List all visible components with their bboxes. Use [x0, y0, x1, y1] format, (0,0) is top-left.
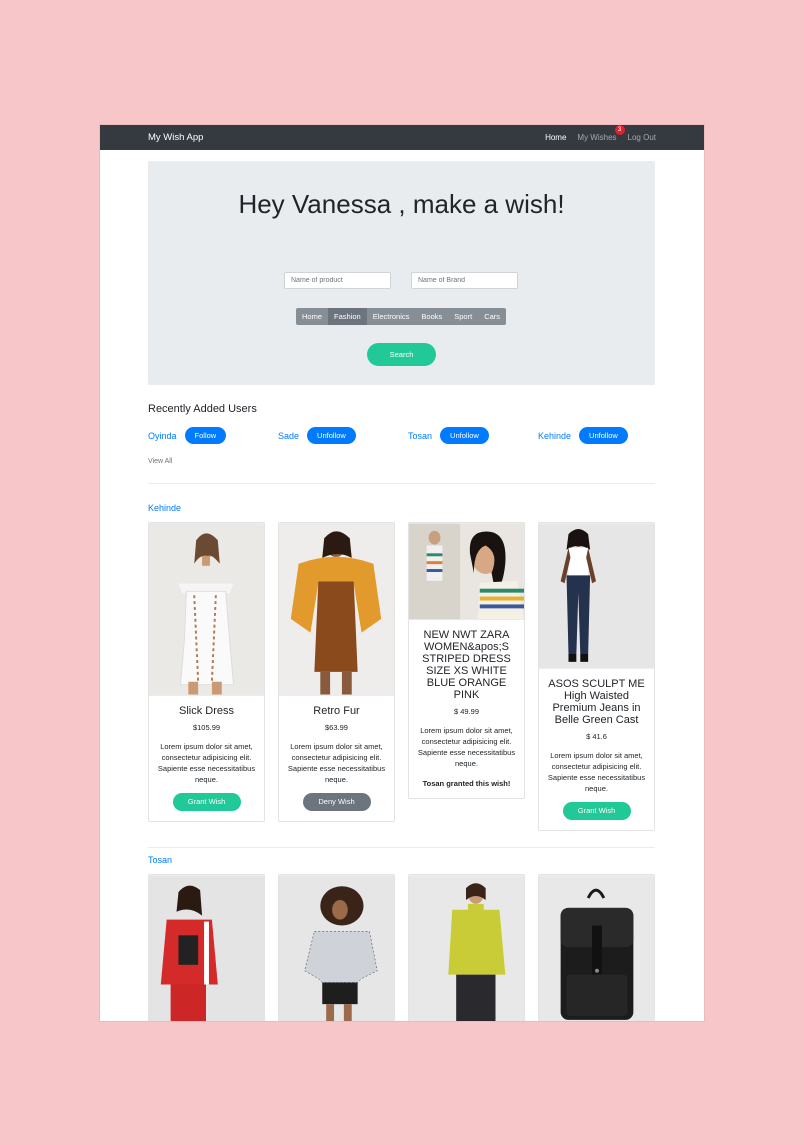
view-all-users-link[interactable]: View All: [148, 458, 172, 465]
product-name-input[interactable]: [284, 272, 391, 289]
wish-card: ASOS SCULPT ME High Waisted Premium Jean…: [538, 522, 655, 831]
dress-model-image: [149, 524, 264, 695]
wish-search-panel: Hey Vanessa , make a wish! Home Fashion …: [148, 161, 655, 385]
nav-my-wishes-link[interactable]: My Wishes 3: [577, 125, 625, 142]
product-description: Lorem ipsum dolor sit amet, consectetur …: [157, 742, 256, 784]
nav-links: Home My Wishes 3 Log Out: [534, 125, 656, 142]
category-sport-button[interactable]: Sport: [448, 308, 478, 325]
category-cars-button[interactable]: Cars: [478, 308, 506, 325]
section-divider: [148, 847, 655, 848]
product-image[interactable]: [409, 875, 524, 1021]
unfollow-button[interactable]: Unfollow: [579, 427, 628, 444]
product-title: Slick Dress: [178, 705, 234, 717]
user-item-oyinda: Oyinda Follow: [148, 427, 227, 444]
search-button[interactable]: Search: [367, 343, 436, 366]
nav-my-wishes-label: My Wishes: [577, 133, 617, 142]
category-home-button[interactable]: Home: [296, 308, 328, 325]
product-price: $ 41.6: [586, 732, 607, 741]
product-title: ASOS SCULPT ME High Waisted Premium Jean…: [548, 678, 645, 726]
user-item-tosan: Tosan Unfollow: [408, 427, 489, 444]
product-description: Lorem ipsum dolor sit amet, consectetur …: [547, 751, 646, 793]
user-name-link[interactable]: Oyinda: [148, 431, 177, 441]
wish-card: [538, 874, 655, 1021]
user-name-link[interactable]: Kehinde: [538, 431, 571, 441]
wish-group-user-link[interactable]: Kehinde: [148, 503, 181, 513]
grant-wish-button[interactable]: Grant Wish: [172, 793, 241, 811]
product-title: Retro Fur: [313, 705, 360, 717]
product-image[interactable]: [149, 875, 264, 1021]
card-body: Slick Dress $105.99 Lorem ipsum dolor si…: [149, 696, 264, 821]
brand-name-input[interactable]: [411, 272, 518, 289]
product-price: $105.99: [192, 723, 221, 732]
navbar: My Wish App Home My Wishes 3 Log Out: [100, 125, 704, 150]
wish-card: [278, 874, 395, 1021]
deny-wish-button[interactable]: Deny Wish: [302, 793, 371, 811]
product-image[interactable]: [279, 875, 394, 1021]
category-button-group: Home Fashion Electronics Books Sport Car…: [296, 308, 507, 325]
product-image[interactable]: [539, 875, 654, 1021]
user-name-link[interactable]: Tosan: [408, 431, 432, 441]
user-item-kehinde: Kehinde Unfollow: [538, 427, 628, 444]
nav-logout-link[interactable]: Log Out: [628, 133, 656, 142]
product-description: Lorem ipsum dolor sit amet, consectetur …: [287, 742, 386, 784]
gingham-top-model-image: [279, 876, 394, 1021]
nav-home-link[interactable]: Home: [545, 133, 566, 142]
unfollow-button[interactable]: Unfollow: [440, 427, 489, 444]
category-books-button[interactable]: Books: [415, 308, 448, 325]
card-body: Retro Fur $63.99 Lorem ipsum dolor sit a…: [279, 696, 394, 821]
wish-card: Slick Dress $105.99 Lorem ipsum dolor si…: [148, 522, 265, 822]
product-title: NEW NWT ZARA WOMEN&apos;S STRIPED DRESS …: [422, 629, 511, 701]
wish-card: NEW NWT ZARA WOMEN&apos;S STRIPED DRESS …: [408, 522, 525, 799]
wish-card: [148, 874, 265, 1021]
fur-coat-model-image: [279, 524, 394, 695]
yellow-top-model-image: [409, 876, 524, 1021]
product-description: Lorem ipsum dolor sit amet, consectetur …: [417, 726, 516, 768]
user-item-sade: Sade Unfollow: [278, 427, 356, 444]
browser-window: My Wish App Home My Wishes 3 Log Out Hey…: [100, 125, 704, 1021]
striped-dress-model-image: [409, 523, 524, 620]
unfollow-button[interactable]: Unfollow: [307, 427, 356, 444]
hero-title: Hey Vanessa , make a wish!: [238, 189, 565, 219]
product-image[interactable]: [539, 523, 654, 669]
grant-wish-button[interactable]: Grant Wish: [562, 802, 631, 820]
track-jacket-model-image: [149, 876, 264, 1021]
wish-group-user-link[interactable]: Tosan: [148, 855, 172, 865]
product-image[interactable]: [149, 523, 264, 696]
recent-users-list: Oyinda Follow Sade Unfollow Tosan Unfoll…: [148, 427, 668, 447]
product-price: $63.99: [325, 723, 348, 732]
wish-granted-status: Tosan granted this wish!: [422, 779, 511, 788]
product-image[interactable]: [279, 523, 394, 696]
user-name-link[interactable]: Sade: [278, 431, 299, 441]
wish-card: Retro Fur $63.99 Lorem ipsum dolor sit a…: [278, 522, 395, 822]
product-image[interactable]: [409, 523, 524, 620]
category-electronics-button[interactable]: Electronics: [367, 308, 416, 325]
follow-button[interactable]: Follow: [184, 427, 227, 444]
wish-card: [408, 874, 525, 1021]
card-body: ASOS SCULPT ME High Waisted Premium Jean…: [539, 669, 654, 830]
brand-logo[interactable]: My Wish App: [148, 132, 534, 143]
card-body: NEW NWT ZARA WOMEN&apos;S STRIPED DRESS …: [409, 620, 524, 798]
recent-users-title: Recently Added Users: [148, 403, 257, 415]
wishes-count-badge: 3: [614, 125, 625, 135]
backpack-image: [539, 876, 654, 1021]
product-price: $ 49.99: [453, 707, 480, 716]
jeans-model-image: [539, 524, 654, 668]
category-fashion-button[interactable]: Fashion: [328, 308, 367, 325]
section-divider: [148, 483, 655, 484]
